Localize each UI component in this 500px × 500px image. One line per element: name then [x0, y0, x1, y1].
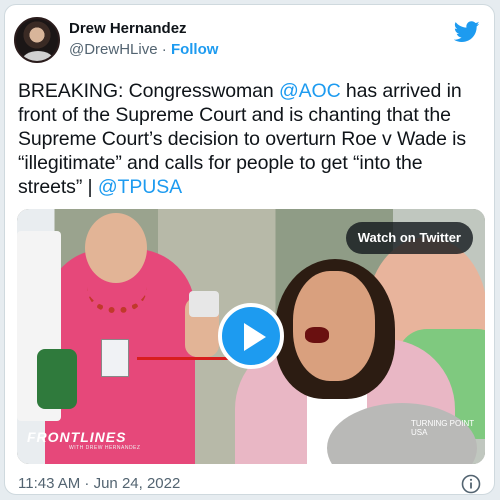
play-button[interactable] [218, 303, 284, 369]
video-main-person-face [293, 271, 375, 381]
twitter-bird-icon[interactable] [454, 21, 480, 43]
play-icon [244, 323, 266, 351]
video-main-person-mouth [305, 327, 329, 343]
watermark-frontlines: FRONTLINES [27, 429, 127, 445]
author-avatar[interactable] [14, 17, 60, 63]
author-name[interactable]: Drew Hernandez [69, 20, 187, 37]
author-handle-line: @DrewHLive · Follow [69, 41, 218, 58]
video-left-person-head [85, 213, 147, 283]
separator-dot: · [161, 41, 167, 58]
watch-on-twitter-button[interactable]: Watch on Twitter [345, 222, 473, 254]
follow-button[interactable]: Follow [171, 41, 219, 58]
video-phone [189, 291, 219, 317]
mention-tpusa[interactable]: @TPUSA [98, 176, 182, 198]
author-handle[interactable]: @DrewHLive [69, 41, 158, 58]
watermark-turning-point: TURNING POINT USA [411, 419, 474, 437]
video-id-badge [101, 339, 129, 377]
video-red-cord [137, 357, 237, 360]
tweet-text: BREAKING: Congresswoman @AOC has arrived… [18, 79, 488, 199]
avatar-shirt [22, 51, 54, 61]
info-icon[interactable] [461, 474, 481, 494]
watermark-frontlines-sub: WITH DREW HERNANDEZ [69, 445, 141, 451]
tweet-timestamp[interactable]: 11:43 AM · Jun 24, 2022 [18, 475, 180, 492]
video-megaphone-grip [37, 349, 77, 409]
mention-aoc[interactable]: @AOC [279, 80, 341, 102]
tweet-card: Drew Hernandez @DrewHLive · Follow BREAK… [4, 4, 495, 495]
tweet-text-part: BREAKING: Congresswoman [18, 80, 279, 102]
video-media[interactable]: Watch on Twitter FRONTLINES WITH DREW HE… [17, 209, 485, 464]
